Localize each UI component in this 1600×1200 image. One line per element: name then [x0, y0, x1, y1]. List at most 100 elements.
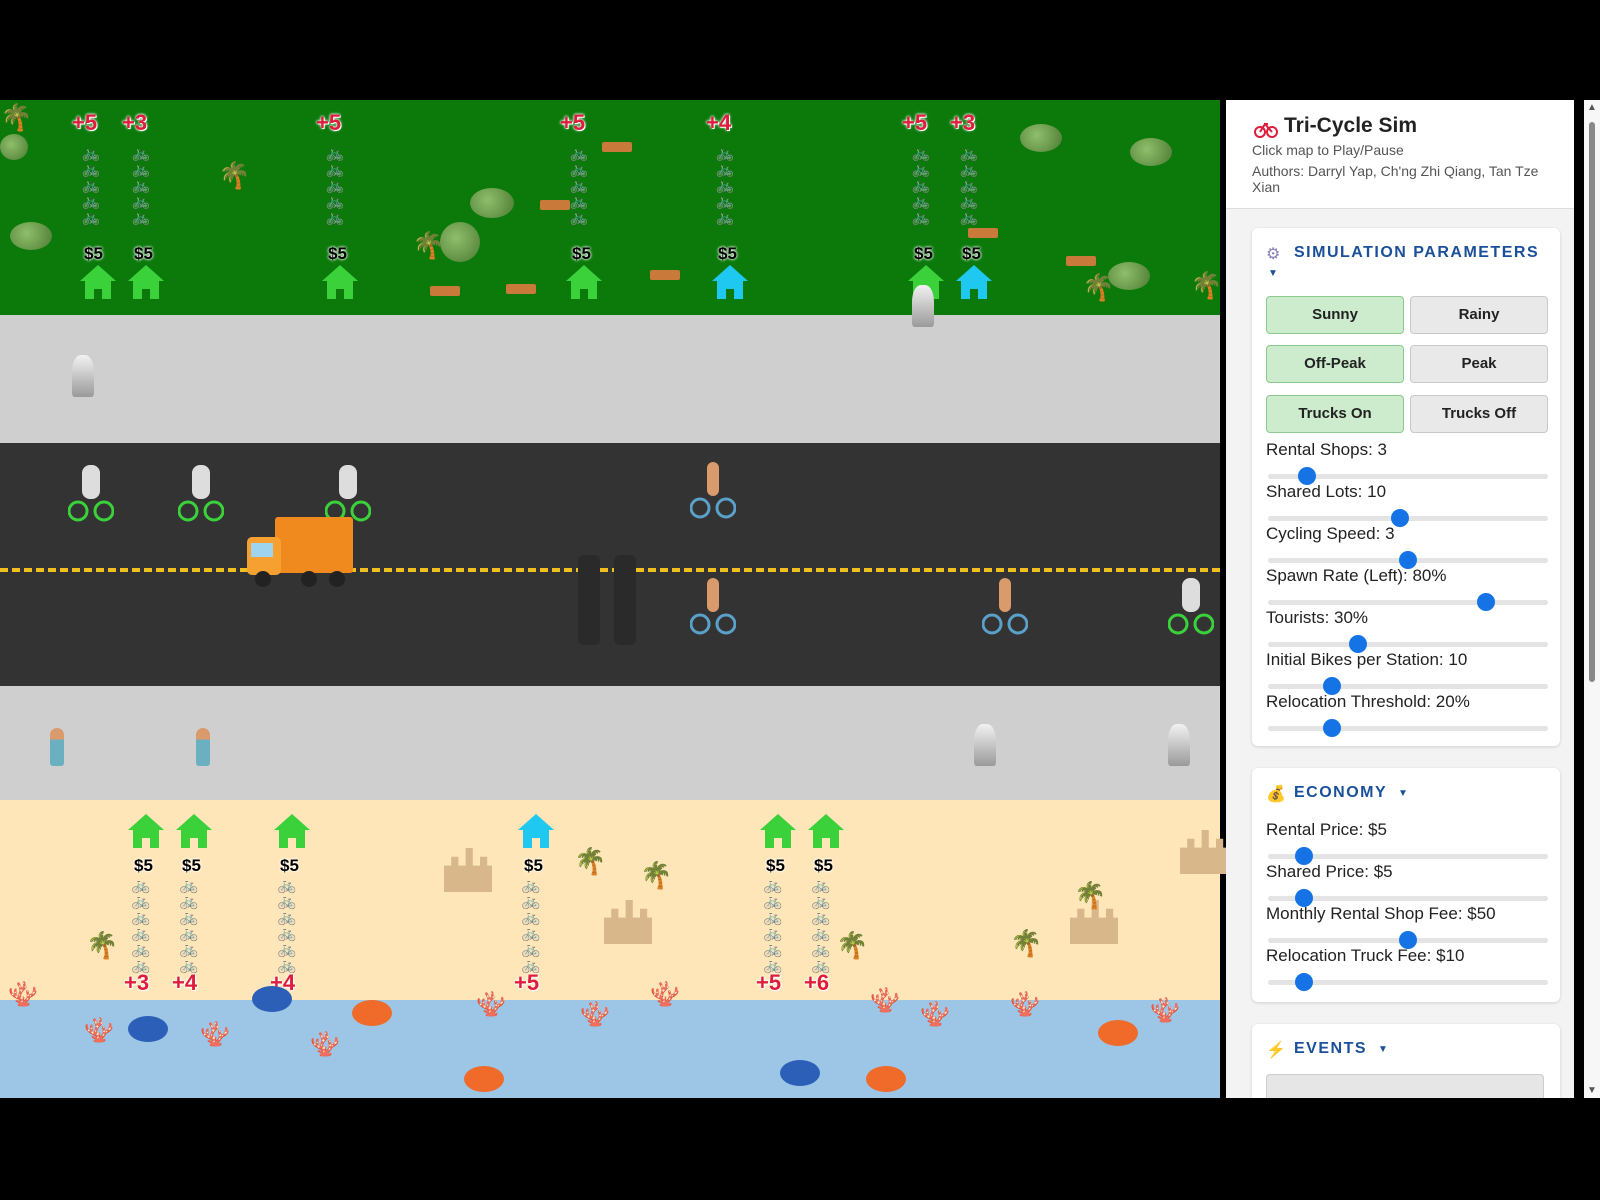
bike-stack: 🚲 🚲 🚲 🚲 🚲 — [325, 145, 345, 226]
rental-price-label: Rental Price: $5 — [1266, 820, 1387, 839]
coral-icon: 🪸 — [580, 1001, 610, 1028]
sidebar-scrollbar[interactable]: ▲ ▼ — [1584, 100, 1600, 1098]
truck-fee-label: Relocation Truck Fee: $10 — [1266, 946, 1465, 965]
house-icon[interactable] — [564, 263, 604, 301]
tree-icon — [10, 222, 52, 250]
bike-stack: 🚲 🚲 🚲 🚲 🚲 🚲 — [179, 877, 199, 974]
peak-button[interactable]: Peak — [1410, 345, 1548, 383]
scroll-up-icon[interactable]: ▲ — [1587, 102, 1597, 113]
app-title: Tri-Cycle Sim — [1284, 114, 1418, 137]
bench-icon — [540, 200, 570, 210]
station-price: $5 — [84, 244, 103, 263]
coral-icon: 🪸 — [476, 991, 506, 1018]
bike-stack: 🚲 🚲 🚲 🚲 🚲 — [715, 145, 735, 226]
house-icon[interactable] — [954, 263, 994, 301]
rental-shops-label: Rental Shops: 3 — [1266, 440, 1387, 459]
coral-icon: 🪸 — [84, 1017, 114, 1044]
shared-lots-slider[interactable] — [1268, 509, 1548, 527]
station-bike-change: +4 — [706, 110, 732, 135]
bench-icon — [602, 142, 632, 152]
monthly-fee-label: Monthly Rental Shop Fee: $50 — [1266, 904, 1496, 923]
slider-thumb[interactable] — [1477, 593, 1496, 611]
merlion-icon — [912, 285, 934, 327]
truck-fee-slider[interactable] — [1268, 973, 1548, 991]
bottom-sidewalk — [0, 686, 1220, 800]
bench-icon — [506, 284, 536, 294]
station-bike-change: +5 — [514, 970, 540, 995]
palm-icon: 🌴 — [574, 846, 607, 876]
control-sidebar: Tri-Cycle Sim Click map to Play/Pause Au… — [1226, 100, 1574, 1098]
station-price: $5 — [134, 856, 153, 875]
station-bike-change: +5 — [756, 970, 782, 995]
slider-thumb[interactable] — [1295, 973, 1314, 991]
coral-icon: 🪸 — [200, 1021, 230, 1048]
panel-heading: ECONOMY — [1294, 784, 1388, 801]
coral-icon: 🪸 — [310, 1031, 340, 1058]
tourist-icon — [50, 728, 64, 766]
coral-icon: 🪸 — [920, 1001, 950, 1028]
station-price: $5 — [328, 244, 347, 263]
shared-price-slider[interactable] — [1268, 889, 1548, 907]
slider-thumb[interactable] — [1323, 719, 1342, 737]
weather-rainy-button[interactable]: Rainy — [1410, 296, 1548, 334]
weather-sunny-button[interactable]: Sunny — [1266, 296, 1404, 334]
station-bike-change: +5 — [560, 110, 586, 135]
trucks-off-button[interactable]: Trucks Off — [1410, 395, 1548, 433]
house-icon[interactable] — [806, 812, 846, 850]
station-bike-change: +3 — [950, 110, 976, 135]
collapse-caret-icon[interactable]: ▼ — [1398, 788, 1408, 799]
event-trigger-button[interactable] — [1266, 1074, 1544, 1098]
cycling-speed-slider[interactable] — [1268, 551, 1548, 569]
relocation-truck-icon — [247, 517, 353, 587]
house-icon[interactable] — [758, 812, 798, 850]
panel-heading: EVENTS — [1294, 1040, 1368, 1057]
merlion-icon — [1168, 724, 1190, 766]
station-price: $5 — [962, 244, 981, 263]
fish-icon — [128, 1016, 168, 1042]
coral-icon: 🪸 — [650, 981, 680, 1008]
house-icon[interactable] — [516, 812, 556, 850]
bike-stack: 🚲 🚲 🚲 🚲 🚲 🚲 — [277, 877, 297, 974]
simulation-parameters-panel: ⚙ SIMULATION PARAMETERS ▼ Sunny Rainy Of… — [1252, 228, 1560, 746]
fish-icon — [352, 1000, 392, 1026]
station-price: $5 — [182, 856, 201, 875]
house-icon[interactable] — [174, 812, 214, 850]
relocation-threshold-label: Relocation Threshold: 20% — [1266, 692, 1470, 711]
scroll-thumb[interactable] — [1589, 122, 1595, 682]
spawn-rate-slider[interactable] — [1268, 593, 1548, 611]
initial-bikes-slider[interactable] — [1268, 677, 1548, 695]
house-icon[interactable] — [272, 812, 312, 850]
tourist-cyclist-icon — [690, 462, 736, 519]
fish-icon — [1098, 1020, 1138, 1046]
station-price: $5 — [814, 856, 833, 875]
station-bike-change: +3 — [122, 110, 148, 135]
merlion-icon — [72, 355, 94, 397]
palm-icon: 🌴 — [412, 230, 445, 260]
station-bike-change: +4 — [172, 970, 198, 995]
house-icon[interactable] — [126, 812, 166, 850]
cycling-speed-label: Cycling Speed: 3 — [1266, 524, 1395, 543]
collapse-caret-icon[interactable]: ▼ — [1378, 1044, 1388, 1055]
monthly-fee-slider[interactable] — [1268, 931, 1548, 949]
tourists-slider[interactable] — [1268, 635, 1548, 653]
fish-icon — [780, 1060, 820, 1086]
money-bag-icon: 💰 — [1266, 786, 1286, 803]
tree-icon — [1020, 124, 1062, 152]
offpeak-button[interactable]: Off-Peak — [1266, 345, 1404, 383]
tree-icon — [440, 222, 480, 262]
simulation-map[interactable]: 🌴 🌴 🌴 🌴 🌴 +5 🚲 🚲 🚲 🚲 🚲 $5 +3 🚲 🚲 🚲 🚲 🚲 $… — [0, 100, 1228, 1098]
rental-shops-slider[interactable] — [1268, 467, 1548, 485]
bike-stack: 🚲 🚲 🚲 🚲 🚲 🚲 — [521, 877, 541, 974]
rental-price-slider[interactable] — [1268, 847, 1548, 865]
scroll-down-icon[interactable]: ▼ — [1587, 1085, 1597, 1096]
house-icon[interactable] — [78, 263, 118, 301]
trucks-on-button[interactable]: Trucks On — [1266, 395, 1404, 433]
bike-icon — [1254, 122, 1278, 138]
house-icon[interactable] — [126, 263, 166, 301]
house-icon[interactable] — [710, 263, 750, 301]
house-icon[interactable] — [320, 263, 360, 301]
pause-icon[interactable] — [578, 555, 638, 645]
station-bike-change: +3 — [124, 970, 150, 995]
collapse-caret-icon[interactable]: ▼ — [1268, 268, 1278, 279]
relocation-threshold-slider[interactable] — [1268, 719, 1548, 737]
